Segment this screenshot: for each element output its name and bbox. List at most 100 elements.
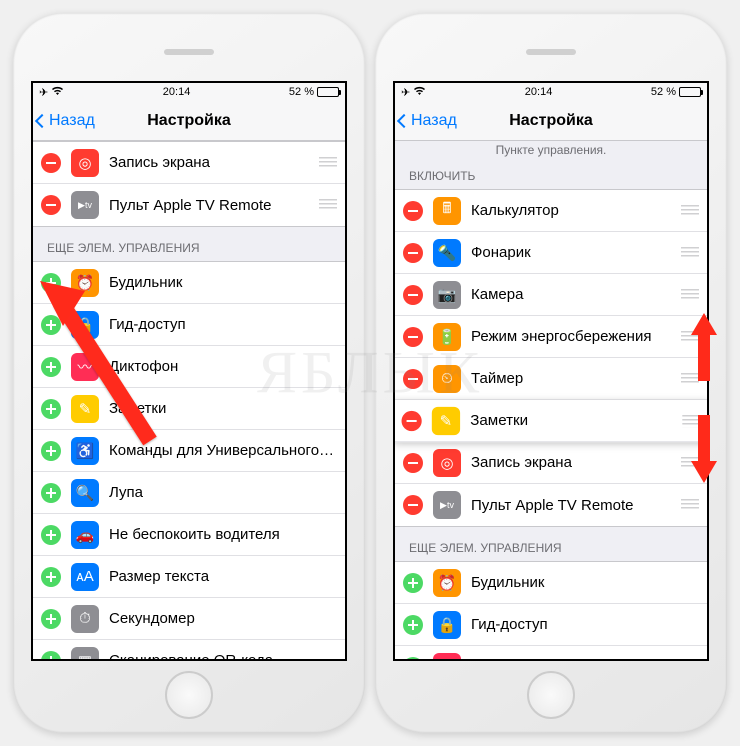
app-icon: 〰 [433, 653, 461, 660]
remove-button[interactable] [403, 285, 423, 305]
drag-handle-icon[interactable] [681, 331, 699, 343]
control-row[interactable]: 〰Диктофон [395, 646, 707, 659]
add-button[interactable] [41, 441, 61, 461]
drag-handle-icon[interactable] [319, 157, 337, 169]
row-label: Таймер [471, 370, 675, 387]
control-row[interactable]: 🖩Калькулятор [395, 190, 707, 232]
control-row[interactable]: ✎Заметки [395, 400, 707, 442]
add-button[interactable] [41, 651, 61, 660]
control-row[interactable]: ⏰ Будильник [395, 562, 707, 604]
app-icon: 🔦 [433, 239, 461, 267]
content-right[interactable]: Пункте управления. ВКЛЮЧИТЬ 🖩Калькулятор… [395, 141, 707, 659]
add-button[interactable] [403, 657, 423, 660]
app-icon: ᴀA [71, 563, 99, 591]
nav-bar: Назад Настройка [395, 101, 707, 141]
back-button[interactable]: Назад [37, 112, 95, 130]
row-label: Не беспокоить водителя [109, 526, 337, 543]
app-icon: 🔋 [433, 323, 461, 351]
more-list: ⏰ Будильник 🔒Гид-доступ〰Диктофон✎Заметки♿К… [33, 261, 345, 659]
add-button[interactable] [41, 399, 61, 419]
remove-button[interactable] [41, 195, 61, 215]
battery-icon [317, 87, 339, 97]
row-label: Пульт Apple TV Remote [471, 497, 675, 514]
control-row[interactable]: ⏰ Будильник [33, 262, 345, 304]
remove-button[interactable] [403, 201, 423, 221]
section-header-more: ЕЩЕ ЭЛЕМ. УПРАВЛЕНИЯ [395, 527, 707, 561]
row-label: Заметки [470, 412, 676, 429]
control-row[interactable]: ◎Запись экрана [33, 142, 345, 184]
control-row[interactable]: ᴀAРазмер текста [33, 556, 345, 598]
control-row[interactable]: 〰Диктофон [33, 346, 345, 388]
add-button[interactable] [403, 573, 423, 593]
app-icon: ⏰ [71, 269, 99, 297]
app-icon: ⏲ [433, 365, 461, 393]
back-button[interactable]: Назад [399, 112, 457, 130]
speaker-slot [164, 49, 214, 55]
add-button[interactable] [41, 483, 61, 503]
app-icon: ⏰ [433, 569, 461, 597]
row-label: Гид-доступ [471, 616, 699, 633]
control-row[interactable]: 🔒 Гид-доступ [395, 604, 707, 646]
remove-button[interactable] [403, 369, 423, 389]
add-button[interactable] [41, 609, 61, 629]
app-icon: ▦ [71, 647, 99, 660]
included-list: ◎Запись экрана▶tvПульт Apple TV Remote [33, 141, 345, 227]
add-button[interactable] [41, 315, 61, 335]
app-icon: ♿ [71, 437, 99, 465]
app-icon: ▶tv [433, 491, 461, 519]
add-button[interactable] [41, 567, 61, 587]
remove-button[interactable] [41, 153, 61, 173]
control-row[interactable]: ⏱ Секундомер [33, 598, 345, 640]
control-row[interactable]: ▦ Сканирование QR-кода [33, 640, 345, 659]
battery-pct: 52 % [651, 86, 676, 98]
drag-handle-icon[interactable] [681, 289, 699, 301]
app-icon: ⏱ [71, 605, 99, 633]
control-row[interactable]: ♿Команды для Универсального дост… [33, 430, 345, 472]
control-row[interactable]: ▶tvПульт Apple TV Remote [33, 184, 345, 226]
drag-handle-icon[interactable] [681, 457, 699, 469]
remove-button[interactable] [403, 327, 423, 347]
control-row[interactable]: 🔍Лупа [33, 472, 345, 514]
row-label: Секундомер [109, 610, 337, 627]
phone-left: ✈︎ 20:14 52 % Назад Настройка ◎Запись эк… [13, 13, 365, 733]
chevron-left-icon [397, 113, 411, 127]
remove-button[interactable] [403, 453, 423, 473]
row-label: Гид-доступ [109, 316, 337, 333]
control-row[interactable]: 🔒Гид-доступ [33, 304, 345, 346]
drag-handle-icon[interactable] [319, 199, 337, 211]
home-button[interactable] [527, 671, 575, 719]
remove-button[interactable] [402, 410, 422, 430]
drag-handle-icon[interactable] [681, 499, 699, 511]
drag-handle-icon[interactable] [681, 205, 699, 217]
row-label: Будильник [471, 574, 699, 591]
app-icon: 🔍 [71, 479, 99, 507]
app-icon: 🔒 [433, 611, 461, 639]
row-label: Будильник [109, 274, 337, 291]
remove-button[interactable] [403, 243, 423, 263]
drag-handle-icon[interactable] [682, 414, 700, 426]
row-label: Диктофон [109, 358, 337, 375]
drag-handle-icon[interactable] [681, 373, 699, 385]
control-row[interactable]: ✎Заметки [33, 388, 345, 430]
content-left[interactable]: ◎Запись экрана▶tvПульт Apple TV Remote Е… [33, 141, 345, 659]
add-button[interactable] [41, 273, 61, 293]
control-row[interactable]: 🚗Не беспокоить водителя [33, 514, 345, 556]
control-row[interactable]: ▶tv Пульт Apple TV Remote [395, 484, 707, 526]
home-button[interactable] [165, 671, 213, 719]
nav-bar: Назад Настройка [33, 101, 345, 141]
included-list: 🖩Калькулятор🔦Фонарик📷Камера🔋Режим энерго… [395, 189, 707, 527]
add-button[interactable] [41, 357, 61, 377]
row-label: Сканирование QR-кода [109, 652, 337, 659]
control-row[interactable]: 🔋Режим энергосбережения [395, 316, 707, 358]
control-row[interactable]: 📷Камера [395, 274, 707, 316]
control-row[interactable]: ⏲ Таймер [395, 358, 707, 400]
add-button[interactable] [41, 525, 61, 545]
speaker-slot [526, 49, 576, 55]
add-button[interactable] [403, 615, 423, 635]
control-row[interactable]: ◎Запись экрана [395, 442, 707, 484]
app-icon: ✎ [71, 395, 99, 423]
drag-handle-icon[interactable] [681, 247, 699, 259]
remove-button[interactable] [403, 495, 423, 515]
control-row[interactable]: 🔦Фонарик [395, 232, 707, 274]
app-icon: 🖩 [433, 197, 461, 225]
